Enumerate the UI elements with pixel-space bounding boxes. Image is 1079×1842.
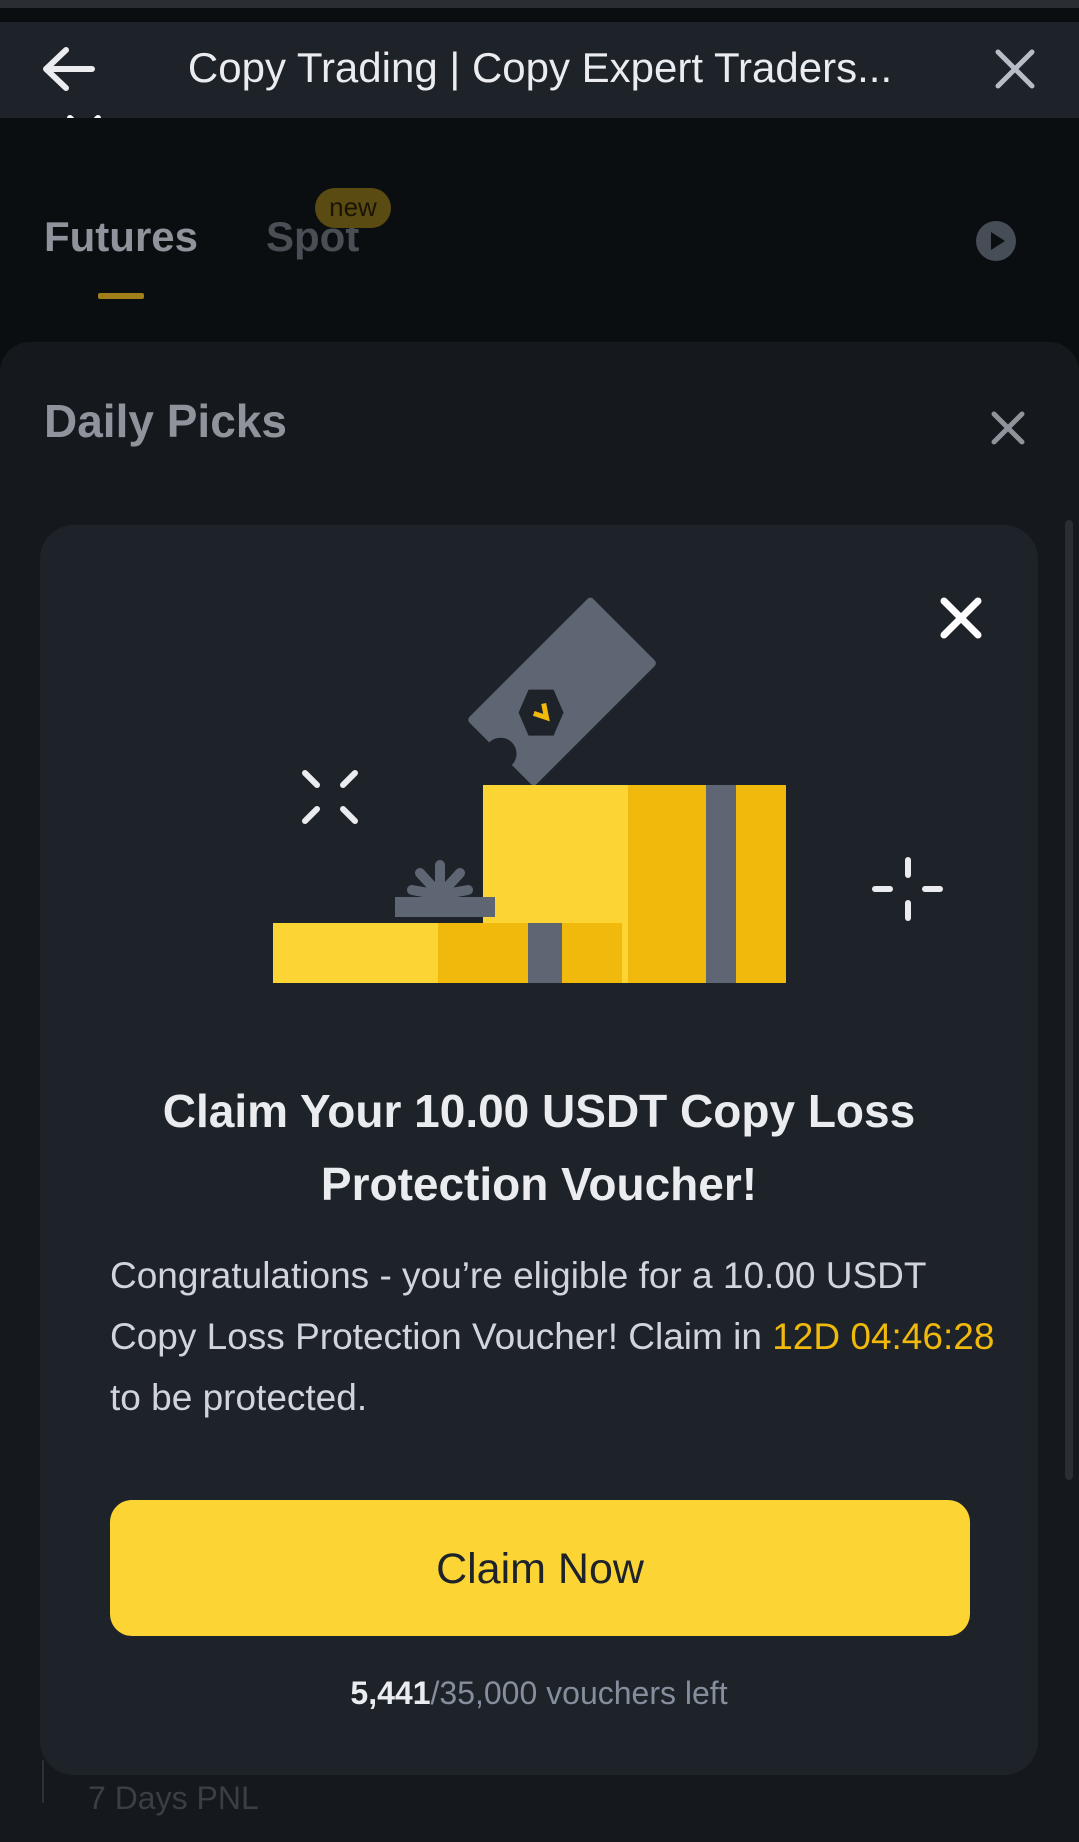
modal-heading: Claim Your 10.00 USDT Copy Loss Protecti… xyxy=(80,1075,998,1221)
voucher-modal: Claim Your 10.00 USDT Copy Loss Protecti… xyxy=(40,525,1038,1775)
app-header: Copy Trading | Copy Expert Traders... xyxy=(0,22,1079,149)
countdown-timer: 12D 04:46:28 xyxy=(772,1316,995,1357)
tab-futures[interactable]: Futures xyxy=(44,213,198,261)
top-status-strip xyxy=(0,0,1079,8)
description-suffix: to be protected. xyxy=(110,1377,368,1418)
vouchers-remaining: 5,441/35,000 vouchers left xyxy=(80,1675,998,1712)
claim-now-button[interactable]: Claim Now xyxy=(110,1500,970,1636)
vouchers-total-text: /35,000 vouchers left xyxy=(430,1675,728,1711)
close-icon[interactable] xyxy=(990,410,1026,446)
card-border-fragment xyxy=(42,1760,44,1803)
heading-line-2: Protection Voucher! xyxy=(320,1158,758,1210)
tab-bar: Futures Spot new xyxy=(0,118,1079,303)
close-icon[interactable] xyxy=(990,44,1040,94)
partial-pnl-label: 7 Days PNL xyxy=(88,1780,259,1816)
page-title: Copy Trading | Copy Expert Traders... xyxy=(187,44,893,91)
active-tab-indicator xyxy=(98,293,144,299)
vouchers-left-count: 5,441 xyxy=(350,1675,431,1711)
scrollbar[interactable] xyxy=(1065,520,1073,1480)
gift-voucher-illustration xyxy=(273,597,943,983)
new-badge: new xyxy=(315,188,391,228)
panel-title: Daily Picks xyxy=(44,395,287,447)
modal-description: Congratulations - you’re eligible for a … xyxy=(110,1245,1010,1428)
play-icon[interactable] xyxy=(975,220,1017,262)
back-arrow-icon[interactable] xyxy=(38,44,98,94)
heading-line-1: Claim Your 10.00 USDT Copy Loss xyxy=(162,1085,916,1137)
